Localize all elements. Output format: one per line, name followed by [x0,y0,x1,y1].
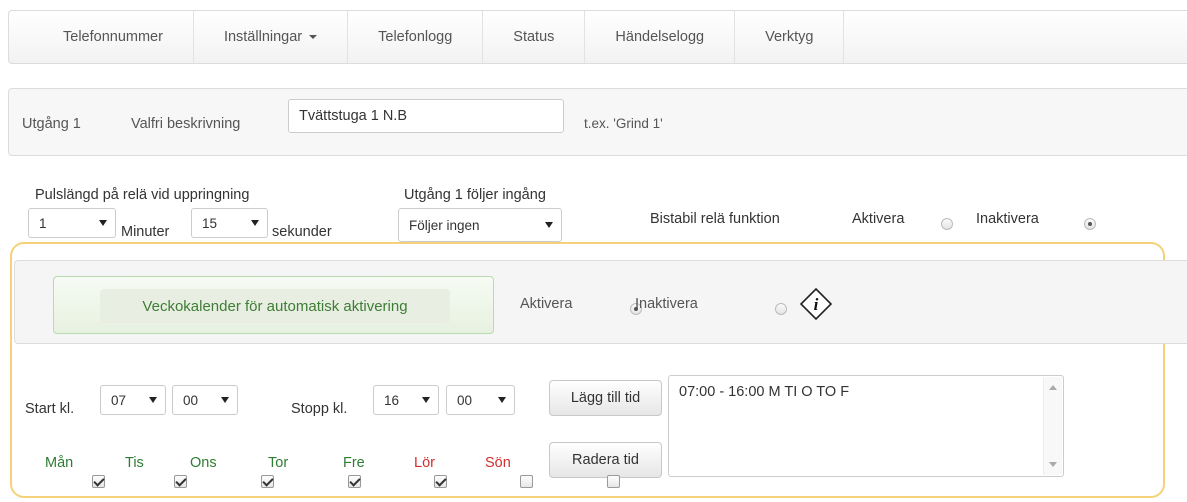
bistable-activate-radio[interactable] [941,218,953,230]
day-label-3: Tor [268,455,289,471]
follows-input-select[interactable]: Följer ingen [398,208,562,242]
week-calendar-title[interactable]: Veckokalender för automatisk aktivering [100,289,450,323]
week-title-text: Veckokalender för automatisk aktivering [142,297,408,315]
dropdown-arrow-icon [498,397,506,403]
stop-label: Stopp kl. [291,401,348,417]
start-hour-select[interactable]: 07 [100,385,166,415]
nav-label: Telefonnummer [63,29,163,45]
day-checkbox-3[interactable] [348,475,361,488]
delete-time-label: Radera tid [572,452,639,468]
dropdown-arrow-icon [221,397,229,403]
day-label-2: Ons [190,455,217,471]
delete-time-button[interactable]: Radera tid [549,442,662,478]
bistable-label: Bistabil relä funktion [650,211,780,227]
dropdown-arrow-icon [545,222,553,228]
dropdown-arrow-icon [99,220,107,226]
day-checkbox-6[interactable] [607,475,620,488]
day-checkbox-5[interactable] [520,475,533,488]
description-example: t.ex. 'Grind 1' [584,116,663,131]
output-label: Utgång 1 [22,116,81,132]
dropdown-arrow-icon [422,397,430,403]
description-label: Valfri beskrivning [131,116,241,132]
seconds-select[interactable]: 15 [191,208,268,238]
info-icon[interactable]: i [800,288,832,320]
day-checkbox-2[interactable] [261,475,274,488]
add-time-label: Lägg till tid [570,390,641,406]
add-time-button[interactable]: Lägg till tid [549,380,662,416]
pulse-length-label: Pulslängd på relä vid uppringning [35,187,250,203]
schedule-scrollbar[interactable] [1043,377,1062,475]
day-checkbox-0[interactable] [92,475,105,488]
schedule-entry: 07:00 - 16:00 M TI O TO F [679,384,850,400]
dropdown-arrow-icon [149,397,157,403]
start-label: Start kl. [25,401,75,417]
start-minute-select[interactable]: 00 [172,385,238,415]
day-checkbox-4[interactable] [434,475,447,488]
caret-down-icon [309,35,318,39]
day-label-0: Mån [45,455,74,471]
week-activate-label: Aktivera [520,296,573,312]
follows-input-label: Utgång 1 följer ingång [404,187,546,203]
scroll-down-icon[interactable] [1049,462,1057,467]
nav-label: Inställningar [223,29,303,45]
nav-telefonnummer[interactable]: Telefonnummer [9,11,194,63]
nav-status[interactable]: Status [483,11,586,63]
bistable-deactivate-label: Inaktivera [976,211,1039,227]
svg-text:i: i [814,295,819,314]
minutes-label: Minuter [121,224,170,240]
scroll-up-icon[interactable] [1049,385,1057,390]
bistable-deactivate-radio[interactable] [1083,218,1096,230]
follows-value: Följer ingen [409,217,480,233]
main-nav: Telefonnummer Inställningar Telefonlogg … [8,10,1187,64]
minutes-value: 1 [39,215,47,231]
schedule-list[interactable]: 07:00 - 16:00 M TI O TO F [668,375,1064,477]
bistable-activate-label: Aktivera [852,211,905,227]
stop-minute-value: 00 [457,392,473,408]
seconds-label: sekunder [272,224,332,240]
week-deactivate-label: Inaktivera [635,296,698,312]
week-deactivate-radio[interactable] [774,303,787,315]
day-label-5: Lör [414,455,435,471]
nav-label: Händelselogg [615,29,705,45]
start-hour-value: 07 [111,392,127,408]
start-minute-value: 00 [183,392,199,408]
nav-label: Telefonlogg [378,29,453,45]
stop-hour-value: 16 [384,392,400,408]
nav-telefonlogg[interactable]: Telefonlogg [348,11,484,63]
dropdown-arrow-icon [251,220,259,226]
nav-label: Verktyg [765,29,814,45]
stop-minute-select[interactable]: 00 [446,385,515,415]
nav-verktyg[interactable]: Verktyg [735,11,845,63]
day-checkbox-1[interactable] [174,475,187,488]
nav-handelselogg[interactable]: Händelselogg [585,11,736,63]
nav-label: Status [513,29,555,45]
day-label-6: Sön [485,455,511,471]
day-label-1: Tis [125,455,144,471]
nav-installningar[interactable]: Inställningar [194,11,349,63]
minutes-select[interactable]: 1 [28,208,116,238]
day-label-4: Fre [343,455,365,471]
description-input[interactable] [288,99,564,133]
stop-hour-select[interactable]: 16 [373,385,439,415]
seconds-value: 15 [202,215,218,231]
